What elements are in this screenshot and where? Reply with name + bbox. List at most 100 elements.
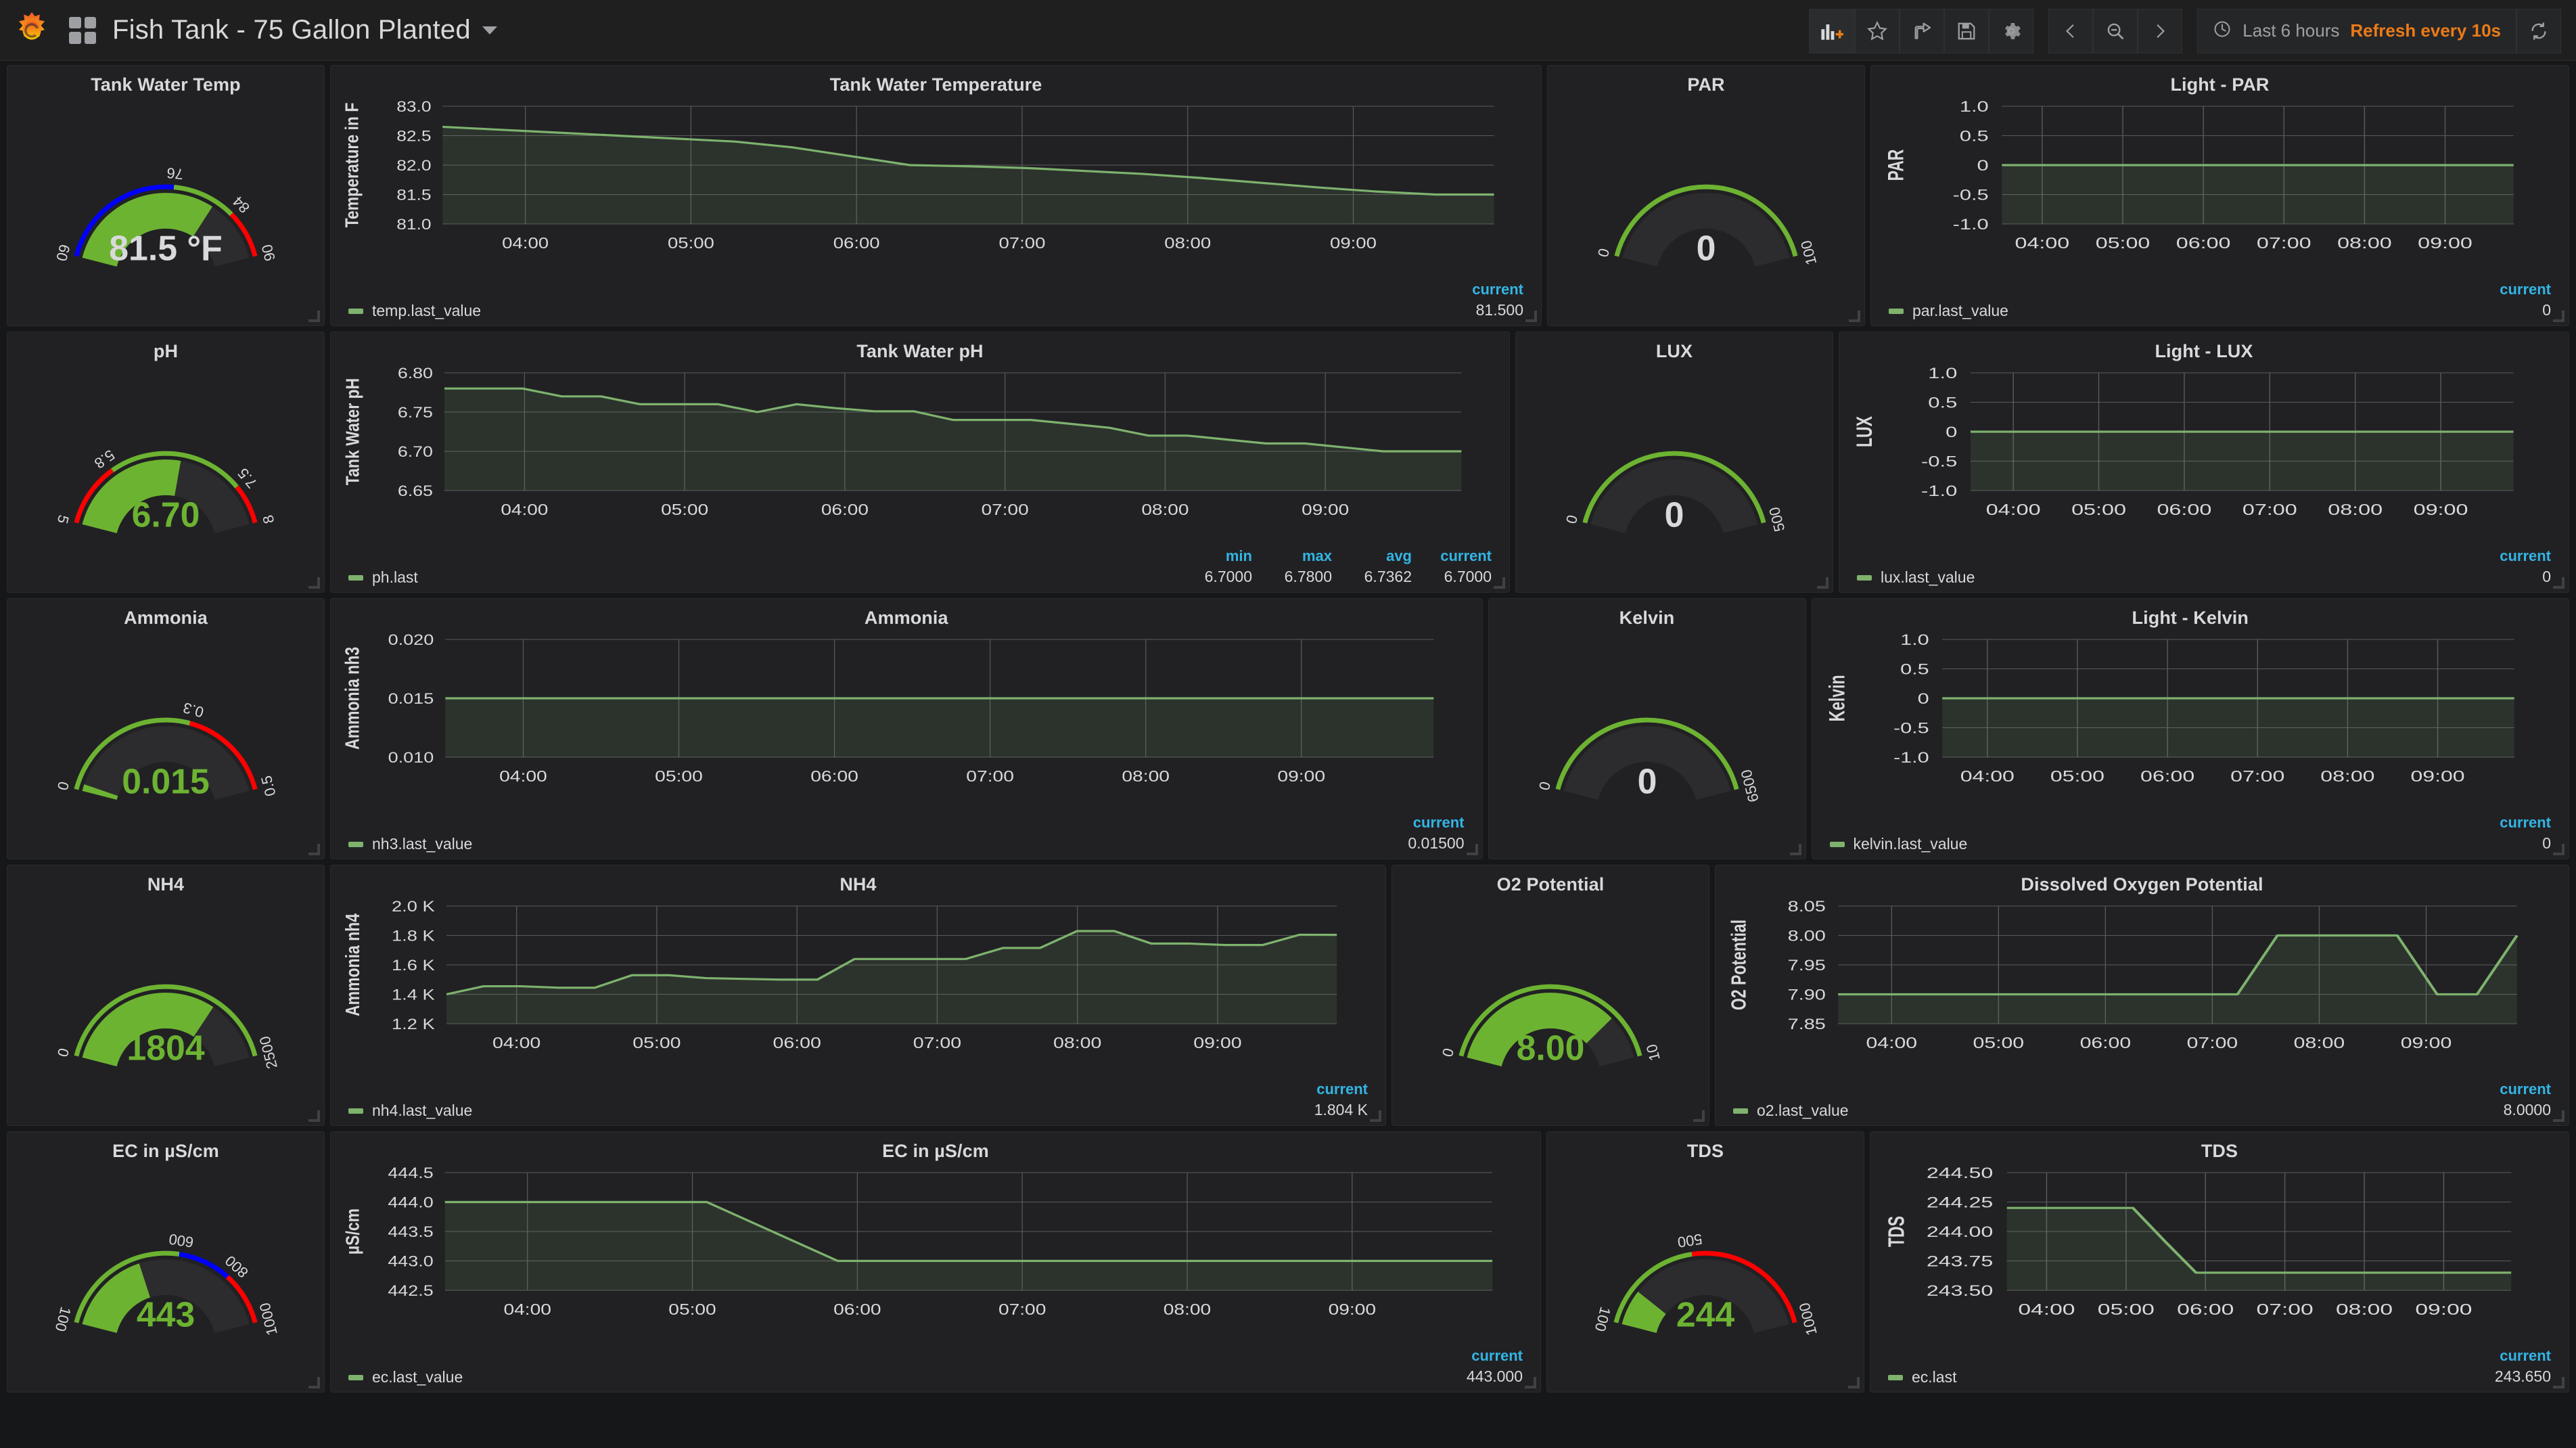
legend-series[interactable]: ec.last (1888, 1368, 1956, 1386)
legend-stat-value: 0 (2542, 301, 2551, 319)
svg-text:6.80: 6.80 (398, 365, 433, 382)
chevron-down-icon[interactable] (482, 26, 497, 35)
panel-resize-handle[interactable] (2553, 1377, 2566, 1390)
panel-ec-graph[interactable]: EC in µS/cm 442.5 443.0 443.5 444.0 444.5 04:… (330, 1131, 1541, 1393)
svg-text:244: 244 (1676, 1295, 1735, 1334)
legend-series[interactable]: o2.last_value (1733, 1102, 1849, 1120)
panel-ammonia-graph[interactable]: Ammonia 0.010 0.015 0.020 04:00 05:00 06:00 07… (330, 598, 1483, 859)
panel-title: Ammonia (864, 608, 948, 628)
panel-resize-handle[interactable] (1494, 577, 1506, 590)
legend-series[interactable]: par.last_value (1889, 302, 2008, 320)
panel-resize-handle[interactable] (1848, 1377, 1861, 1390)
panel-resize-handle[interactable] (308, 577, 321, 590)
panel-resize-handle[interactable] (1789, 844, 1803, 857)
svg-text:07:00: 07:00 (2257, 1301, 2314, 1319)
panel-resize-handle[interactable] (1693, 1110, 1706, 1123)
panel-resize-handle[interactable] (308, 311, 321, 323)
panel-resize-handle[interactable] (2553, 844, 2566, 857)
panel-resize-handle[interactable] (2553, 577, 2566, 590)
panel-tank-water-temperature-graph[interactable]: Tank Water Temperature 81.0 81.5 82.0 82.5 8… (330, 65, 1542, 326)
panel-title: PAR (1687, 74, 1725, 95)
panel-resize-handle[interactable] (1525, 1377, 1538, 1390)
dashboard-grid-icon[interactable] (69, 16, 96, 44)
legend-series[interactable]: nh4.last_value (348, 1102, 472, 1120)
grafana-logo[interactable] (12, 11, 51, 50)
legend-series[interactable]: kelvin.last_value (1829, 835, 1967, 853)
panel-tds-graph[interactable]: TDS 243.50 243.75 244.00 244.25 244.50 04:00 0… (1870, 1131, 2569, 1393)
panel-resize-handle[interactable] (1466, 844, 1479, 857)
panel-resize-handle[interactable] (1525, 311, 1538, 323)
save-dashboard-button[interactable] (1944, 8, 1990, 53)
refresh-button[interactable] (2516, 8, 2561, 53)
dashboard-settings-button[interactable] (1989, 8, 2034, 53)
grid-cell (69, 16, 81, 28)
svg-text:07:00: 07:00 (2187, 1034, 2238, 1051)
legend-series[interactable]: temp.last_value (348, 302, 481, 320)
panel-resize-handle[interactable] (308, 1110, 321, 1123)
panel-resize-handle[interactable] (2553, 311, 2566, 323)
legend-stat-value: 8.0000 (2503, 1101, 2551, 1118)
svg-text:244.50: 244.50 (1927, 1164, 1993, 1181)
panel-ec[interactable]: EC in µS/cm 100 1000 600 800 443 (7, 1131, 325, 1393)
panel-kelvin[interactable]: Kelvin 0 6500 0 (1488, 598, 1806, 859)
legend-series-name: o2.last_value (1757, 1102, 1849, 1119)
svg-text:06:00: 06:00 (773, 1035, 821, 1051)
time-forward-button[interactable] (2138, 8, 2183, 53)
panel-nh4[interactable]: NH4 0 2500 1804 (7, 865, 325, 1126)
legend-stats: current 0.01500 (1385, 813, 1464, 853)
svg-text:08:00: 08:00 (1164, 235, 1211, 252)
star-dashboard-button[interactable] (1855, 8, 1900, 53)
dashboard-title[interactable]: Fish Tank - 75 Gallon Planted (112, 15, 471, 45)
panel-light-kelvin-graph[interactable]: Light - Kelvin -1.0 -0.5 0 0.5 1.0 04:00 05:00… (1811, 598, 2569, 859)
panel-title: Dissolved Oxygen Potential (2021, 874, 2263, 895)
svg-text:09:00: 09:00 (2401, 1034, 2452, 1051)
panel-resize-handle[interactable] (308, 844, 321, 857)
time-back-button[interactable] (2048, 8, 2094, 53)
svg-text:0: 0 (1946, 424, 1957, 440)
clock-icon (2213, 20, 2232, 42)
legend-color-swatch (348, 574, 363, 581)
panel-dissolved-oxygen-graph[interactable]: Dissolved Oxygen Potential 7.85 7.90 7.95 8… (1715, 865, 2569, 1126)
legend-stat-value: 443.000 (1466, 1367, 1523, 1385)
legend-color-swatch (348, 1374, 363, 1380)
panel-o2-potential[interactable]: O2 Potential 0 10 8.00 (1392, 865, 1709, 1126)
panel-nh4-graph[interactable]: NH4 1.2 K 1.4 K 1.6 K 1.8 K 2.0 K 04:00 05:00 0… (330, 865, 1386, 1126)
svg-text:0.5: 0.5 (1900, 661, 1929, 678)
share-dashboard-button[interactable] (1900, 8, 1945, 53)
svg-text:09:00: 09:00 (2410, 767, 2464, 785)
svg-text:6.70: 6.70 (132, 495, 200, 535)
panel-resize-handle[interactable] (308, 1377, 321, 1390)
time-range-label: Last 6 hours (2242, 20, 2340, 41)
svg-text:07:00: 07:00 (998, 1301, 1046, 1318)
panel-light-par-graph[interactable]: Light - PAR -1.0 -0.5 0 0.5 1.0 04:00 05:00 06:… (1870, 65, 2569, 326)
graph-legend: o2.last_value current 8.0000 (1716, 1079, 2569, 1125)
legend-stat-header: current (2500, 1347, 2551, 1364)
panel-resize-handle[interactable] (2553, 1110, 2566, 1123)
panel-tank-water-temp[interactable]: Tank Water Temp 60 90 76 84 81.5 °F (7, 65, 325, 326)
panel-tds[interactable]: TDS 100 1000 500 244 (1546, 1131, 1864, 1393)
panel-ph[interactable]: pH 5 8 5.8 7.5 6.70 (7, 332, 325, 593)
svg-text:06:00: 06:00 (2140, 767, 2194, 785)
time-range-picker[interactable]: Last 6 hours Refresh every 10s (2197, 8, 2516, 53)
panel-resize-handle[interactable] (1849, 311, 1862, 323)
panel-tank-water-ph-graph[interactable]: Tank Water pH 6.65 6.70 6.75 6.80 04:00 05:00… (330, 332, 1510, 593)
legend-series[interactable]: ec.last_value (348, 1368, 463, 1386)
legend-series[interactable]: nh3.last_value (348, 835, 472, 853)
svg-text:8.05: 8.05 (1788, 899, 1826, 915)
zoom-out-button[interactable] (2093, 8, 2138, 53)
legend-series[interactable]: ph.last (348, 568, 418, 587)
legend-stat-value: 0 (2542, 568, 2551, 585)
add-panel-button[interactable] (1809, 8, 1856, 53)
panel-resize-handle[interactable] (1370, 1110, 1383, 1123)
panel-resize-handle[interactable] (1817, 577, 1830, 590)
panel-light-lux-graph[interactable]: Light - LUX -1.0 -0.5 0 0.5 1.0 04:00 05:00 06:… (1839, 332, 2569, 593)
legend-series[interactable]: lux.last_value (1857, 568, 1975, 587)
panel-lux[interactable]: LUX 0 500 0 (1515, 332, 1833, 593)
svg-text:0: 0 (1665, 495, 1684, 535)
svg-text:-0.5: -0.5 (1893, 720, 1929, 737)
legend-stat-column: current 6.7000 (1412, 546, 1492, 587)
panel-title: Kelvin (1619, 608, 1675, 628)
graph-area: 442.5 443.0 443.5 444.0 444.5 04:00 05:00 06:00… (331, 1162, 1540, 1392)
panel-ammonia[interactable]: Ammonia 0 0.5 0.3 0.015 (7, 598, 325, 859)
panel-par[interactable]: PAR 0 100 0 (1547, 65, 1865, 326)
